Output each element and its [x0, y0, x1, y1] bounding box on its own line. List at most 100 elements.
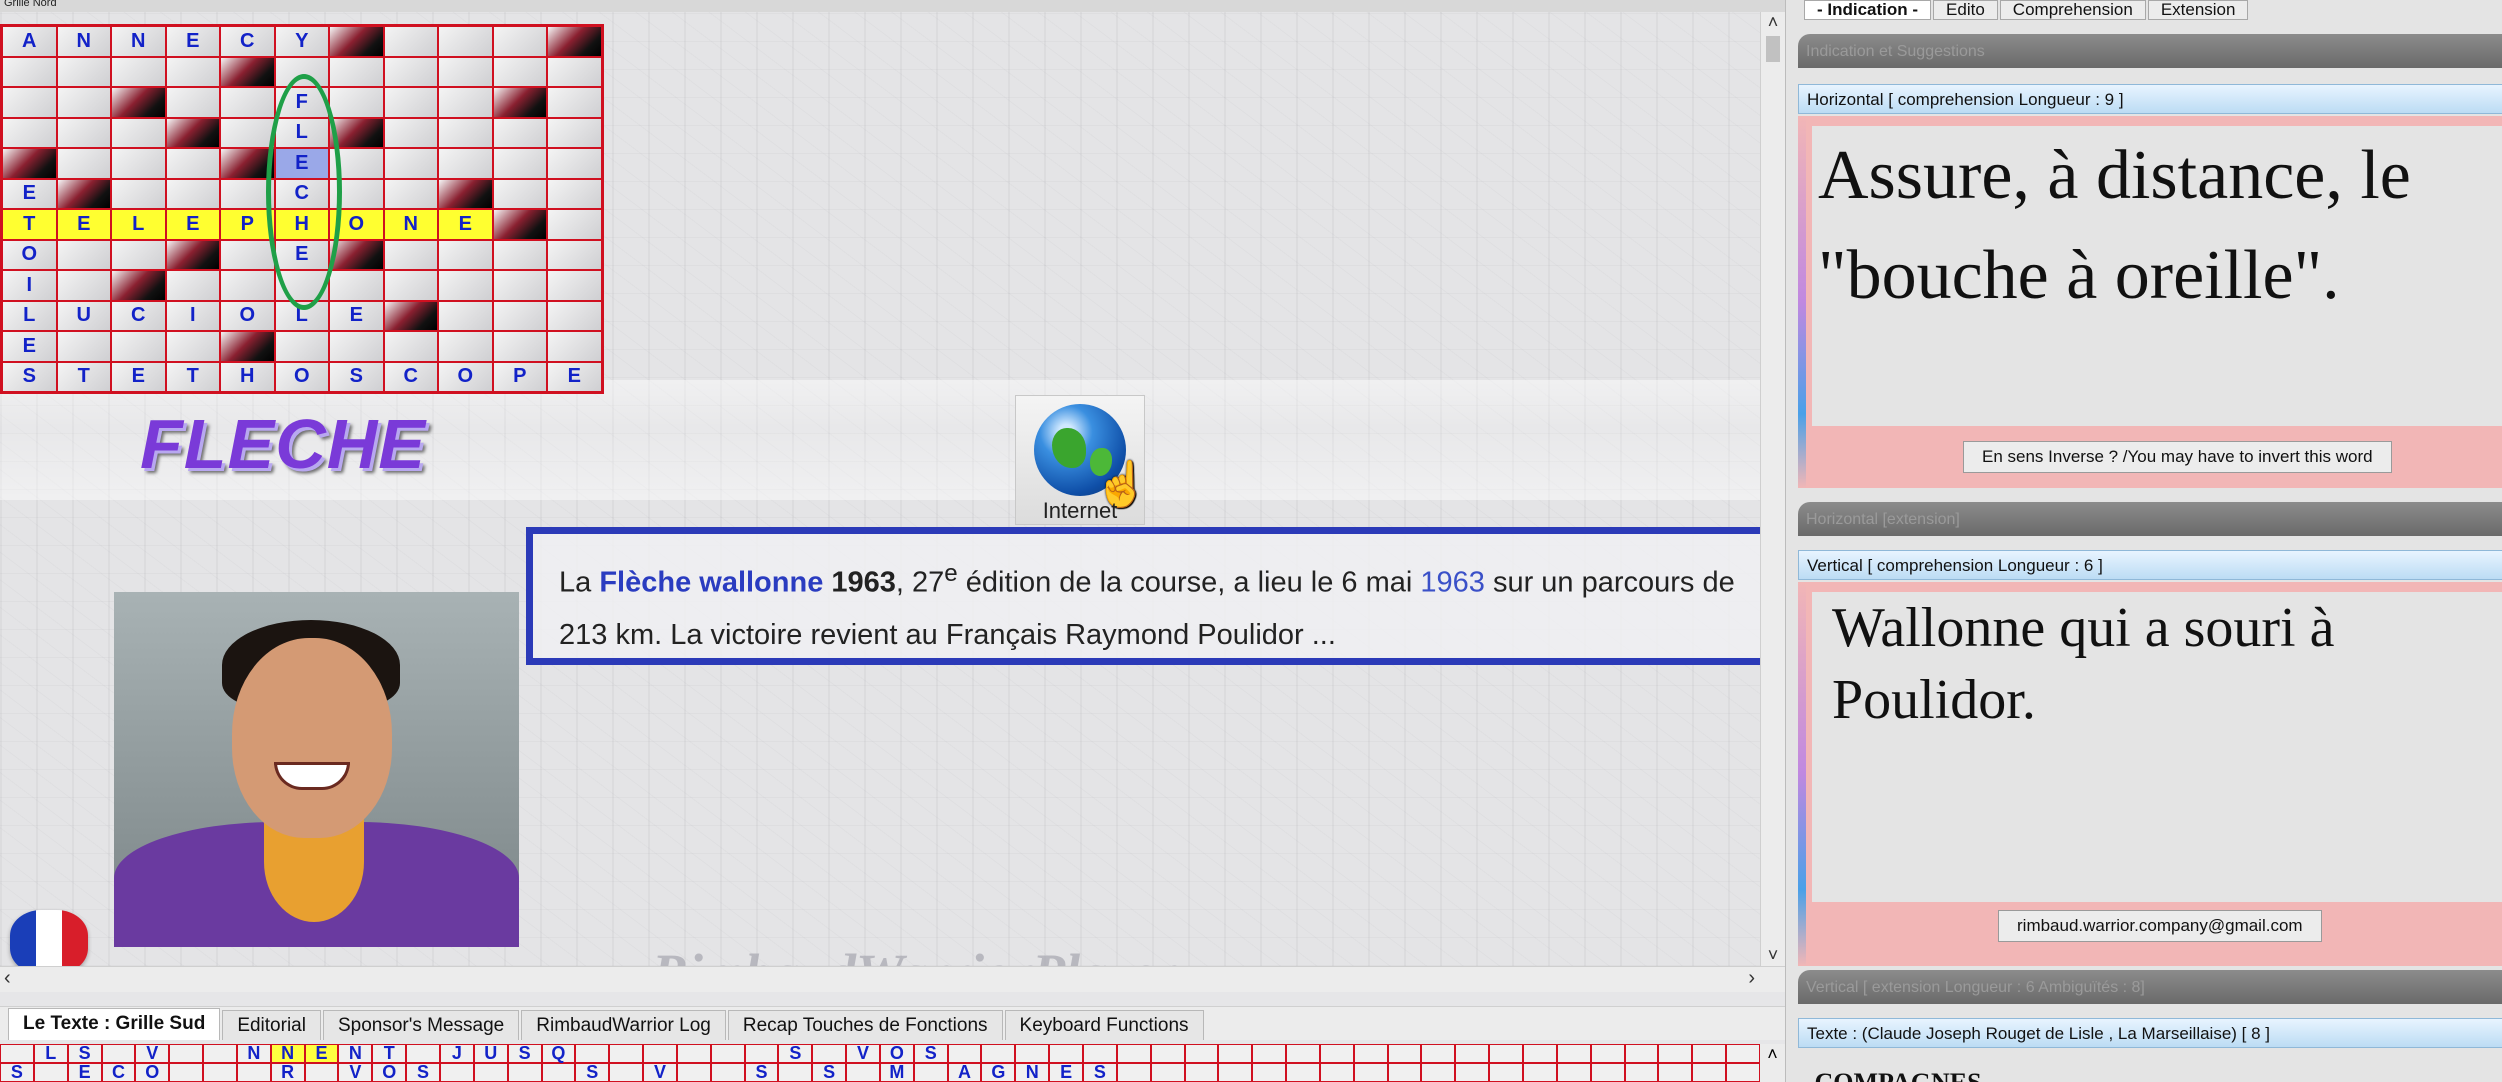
grid-cell[interactable] [383, 178, 438, 209]
south-grid-cell[interactable]: N [236, 1044, 271, 1063]
grid-cell[interactable] [165, 56, 220, 87]
grid-cell[interactable] [547, 209, 602, 240]
south-grid-cell[interactable] [203, 1063, 237, 1082]
south-grid-cell[interactable] [1218, 1044, 1253, 1063]
south-grid-cell[interactable]: S [67, 1044, 102, 1063]
grid-cell[interactable]: E [2, 178, 57, 209]
grid-cell[interactable]: O [220, 300, 275, 331]
grid-cell[interactable]: N [111, 26, 166, 57]
south-grid-cell[interactable] [1150, 1063, 1185, 1082]
south-grid-cell[interactable] [1624, 1044, 1659, 1063]
grid-cell[interactable] [492, 148, 547, 179]
bottom-tab[interactable]: Sponsor's Message [322, 1010, 520, 1040]
south-grid-cell[interactable] [846, 1063, 880, 1082]
grid-cell[interactable] [329, 331, 384, 362]
south-grid-cell[interactable] [643, 1044, 677, 1063]
grid-cell[interactable]: Y [274, 26, 329, 57]
grid-cell[interactable] [547, 239, 602, 270]
south-grid-cell[interactable] [1353, 1063, 1388, 1082]
bottom-tab[interactable]: Recap Touches de Fonctions [727, 1010, 1003, 1040]
internet-button[interactable]: ☝ Internet [1015, 395, 1149, 525]
grid-cell[interactable]: I [2, 270, 57, 301]
grid-cell[interactable] [383, 117, 438, 148]
grid-cell[interactable]: T [56, 361, 111, 392]
south-grid-cell[interactable]: V [338, 1062, 373, 1082]
south-grid-cell[interactable]: C [101, 1062, 136, 1082]
south-grid-cell[interactable] [676, 1063, 711, 1082]
south-grid-cell[interactable]: U [473, 1044, 508, 1063]
south-grid-cell[interactable] [473, 1063, 508, 1082]
south-grid-cell[interactable] [1184, 1063, 1219, 1082]
south-grid-cell[interactable]: L [33, 1044, 68, 1063]
grid-cell[interactable]: N [56, 26, 111, 57]
grid-cell[interactable] [220, 270, 275, 301]
south-grid-cell[interactable]: S [913, 1044, 948, 1063]
grid-cell[interactable]: E [2, 331, 57, 362]
grid-cell[interactable] [547, 148, 602, 179]
south-grid-cell[interactable] [169, 1044, 204, 1063]
right-tab[interactable]: Comprehension [1999, 0, 2146, 20]
grid-cell[interactable] [111, 178, 166, 209]
grid-cell[interactable]: C [220, 26, 275, 57]
grid-cell[interactable] [111, 117, 166, 148]
south-grid-cell[interactable]: T [372, 1044, 407, 1063]
indication-bar[interactable]: Indication et Suggestions [1798, 34, 2502, 68]
grid-cell[interactable]: A [2, 26, 57, 57]
south-grid-cell[interactable]: G [981, 1062, 1016, 1082]
south-grid-cell[interactable]: S [406, 1062, 440, 1082]
south-grid-cell[interactable] [1387, 1063, 1422, 1082]
south-grid-cell[interactable] [778, 1063, 813, 1082]
south-grid-cell[interactable] [1353, 1044, 1388, 1063]
south-grid-cell[interactable] [1252, 1044, 1287, 1063]
grid-cell[interactable]: C [111, 300, 166, 331]
south-grid-cell[interactable]: S [575, 1062, 610, 1082]
grid-cell[interactable] [547, 117, 602, 148]
grid-cell[interactable] [492, 56, 547, 87]
grid-cell[interactable] [274, 331, 329, 362]
french-flag-icon[interactable] [10, 910, 88, 966]
south-grid-cell[interactable]: O [372, 1062, 407, 1082]
grid-cell[interactable] [383, 239, 438, 270]
grid-cell[interactable] [111, 331, 166, 362]
south-grid-cell[interactable] [1116, 1063, 1151, 1082]
grid-cell[interactable] [56, 117, 111, 148]
south-grid-cell[interactable] [236, 1063, 271, 1082]
grid-cell[interactable] [547, 270, 602, 301]
grid-cell[interactable]: P [492, 361, 547, 392]
grid-cell[interactable] [383, 87, 438, 118]
grid-cell[interactable]: O [274, 361, 329, 392]
south-grid-cell[interactable]: E [67, 1062, 102, 1082]
grid-cell[interactable] [2, 87, 57, 118]
south-grid-cell[interactable] [609, 1044, 644, 1063]
grid-cell[interactable]: C [383, 361, 438, 392]
grid-cell[interactable] [383, 56, 438, 87]
south-grid-cell[interactable] [812, 1044, 847, 1063]
south-grid-cell[interactable] [1421, 1063, 1456, 1082]
south-grid-cell[interactable] [1489, 1063, 1523, 1082]
grid-cell[interactable]: E [547, 361, 602, 392]
south-grid-cell[interactable] [1522, 1044, 1557, 1063]
south-grid-cell[interactable] [1218, 1063, 1253, 1082]
bottom-tab[interactable]: Editorial [222, 1010, 321, 1040]
south-grid-cell[interactable]: S [778, 1044, 813, 1063]
grid-cell[interactable] [111, 148, 166, 179]
grid-cell[interactable]: S [2, 361, 57, 392]
right-tab[interactable]: Extension [2147, 0, 2249, 20]
south-grid-cell[interactable]: J [439, 1044, 474, 1063]
south-grid-cell[interactable] [676, 1044, 711, 1063]
grid-cell[interactable] [492, 239, 547, 270]
grid-cell[interactable]: U [56, 300, 111, 331]
grid-cell[interactable] [547, 87, 602, 118]
south-grid-cell[interactable] [575, 1044, 610, 1063]
grid-cell[interactable]: E [165, 26, 220, 57]
south-grid-cell[interactable] [913, 1063, 948, 1082]
south-grid-cell[interactable] [947, 1044, 982, 1063]
grid-cell[interactable] [438, 270, 493, 301]
grid-cell[interactable]: E [111, 361, 166, 392]
south-grid-cell[interactable]: E [304, 1044, 339, 1063]
grid-cell[interactable]: S [329, 361, 384, 392]
grid-cell[interactable] [438, 56, 493, 87]
scroll-down-icon[interactable]: ˅ [1761, 945, 1785, 966]
grid-cell[interactable] [56, 239, 111, 270]
grid-cell[interactable] [492, 26, 547, 57]
